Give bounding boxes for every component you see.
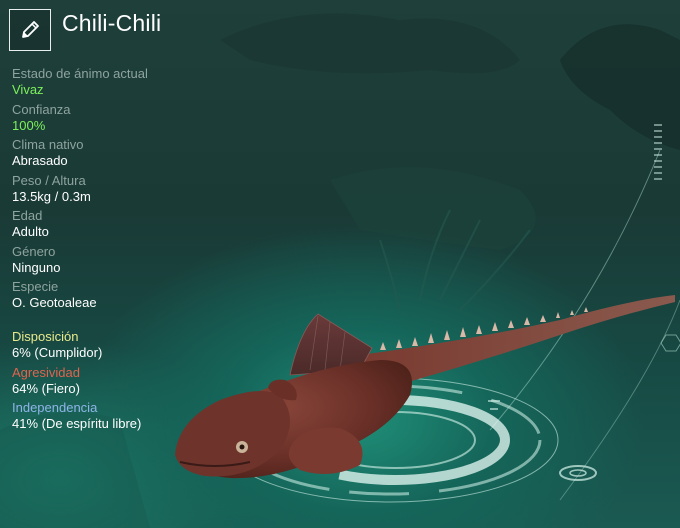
stat-value: Abrasado (12, 153, 68, 168)
trait-independence: Independencia 41% (De espíritu libre) (12, 400, 272, 436)
pencil-icon (22, 21, 39, 38)
stat-climate: Clima nativo Abrasado (12, 137, 272, 173)
stat-label: Clima nativo (12, 137, 84, 152)
stat-label: Género (12, 243, 56, 259)
stat-mood: Estado de ánimo actual Vivaz (12, 66, 272, 102)
stat-trust: Confianza 100% (12, 102, 272, 138)
trait-value: 6% (Cumplidor) (12, 345, 103, 360)
trait-disposition: Disposición 6% (Cumplidor) (12, 329, 272, 365)
hud-dots-icon (654, 124, 662, 180)
stat-value: 100% (12, 117, 46, 133)
stat-label: Peso / Altura (12, 172, 86, 188)
stat-label: Confianza (12, 101, 71, 117)
creature-traits: Disposición 6% (Cumplidor) Agresividad 6… (12, 329, 272, 436)
stat-value: 13.5kg / 0.3m (12, 188, 91, 204)
stat-value: Ninguno (12, 259, 61, 275)
creature-stats: Estado de ánimo actual Vivaz Confianza 1… (12, 66, 272, 315)
creature-name: Chili-Chili (62, 10, 162, 36)
trait-value: 64% (Fiero) (12, 380, 80, 396)
stat-species: Especie O. Geotoaleae (12, 279, 272, 315)
stat-gender: Género Ninguno (12, 244, 272, 280)
stat-weight-height: Peso / Altura 13.5kg / 0.3m (12, 173, 272, 209)
trait-label: Independencia (12, 400, 98, 415)
hexagon-icon (660, 334, 680, 352)
trait-label: Disposición (12, 329, 79, 344)
stat-label: Estado de ánimo actual (12, 66, 148, 81)
trait-label: Agresividad (12, 364, 80, 380)
edit-name-button[interactable] (9, 9, 51, 51)
stat-label: Edad (12, 208, 43, 223)
trait-value: 41% (De espíritu libre) (12, 416, 142, 431)
trait-aggression: Agresividad 64% (Fiero) (12, 365, 272, 401)
stat-value: Vivaz (12, 82, 44, 97)
stat-value: O. Geotoaleae (12, 295, 97, 310)
stat-value: Adulto (12, 224, 49, 239)
creature-header: Chili-Chili (9, 9, 161, 53)
stat-age: Edad Adulto (12, 208, 272, 244)
stat-label: Especie (12, 279, 59, 294)
